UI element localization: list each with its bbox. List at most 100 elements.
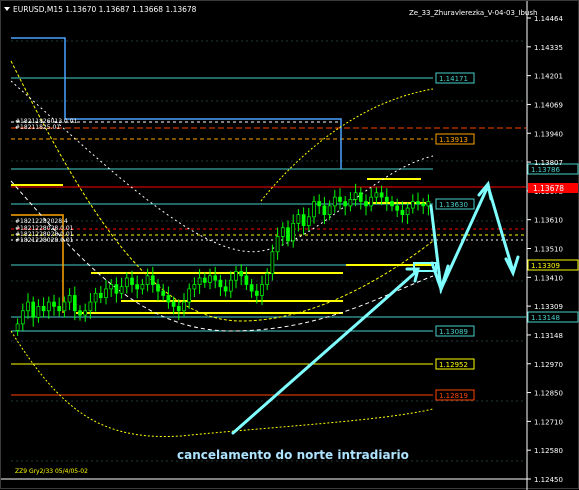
- candle-body: [88, 301, 93, 312]
- candle-body: [249, 284, 254, 292]
- candle-body: [171, 301, 176, 307]
- candle-body: [338, 196, 342, 202]
- current-price-label: 1.13678: [533, 184, 564, 193]
- candle-body: [26, 301, 30, 312]
- level-label-text: 1.13630: [439, 201, 468, 209]
- candle-body: [280, 227, 285, 237]
- level-label-text: 1.12819: [439, 392, 468, 400]
- candle-body: [296, 214, 301, 224]
- candle-body: [140, 284, 145, 290]
- candle-body: [301, 214, 306, 226]
- candle-body: [197, 277, 202, 285]
- candle-body: [317, 201, 322, 207]
- candle-body: [400, 209, 405, 215]
- candle-body: [67, 295, 72, 303]
- annotation-caption: cancelamento do norte intradiario: [177, 448, 409, 462]
- candle-body: [135, 284, 140, 290]
- level-label-text: 1.13786: [531, 166, 560, 174]
- price-axis: 1.14464 1.14335 1.14201 1.14069 1.13940 1.138…: [527, 15, 563, 484]
- symbol-info: EURUSD,M15 1.13670 1.13687 1.13668 1.136…: [13, 5, 197, 14]
- candle-body: [379, 192, 384, 198]
- candle-body: [369, 196, 374, 207]
- price-tick-label: 1.12710: [534, 418, 563, 426]
- symbol-dropdown-icon[interactable]: [4, 7, 10, 11]
- note-mid-left-4: #1821228028.0.01: [15, 237, 74, 244]
- candle-body: [145, 275, 150, 285]
- candle-body: [192, 284, 197, 290]
- price-tick-label: 1.14335: [534, 44, 563, 52]
- level-lines: [11, 77, 526, 396]
- level-label-text: 1.13913: [439, 136, 468, 144]
- candle-body: [208, 275, 212, 283]
- candle-body: [291, 223, 296, 242]
- candle-body: [176, 306, 181, 312]
- candle-body: [260, 284, 264, 296]
- blue-step-line: [11, 37, 342, 169]
- candle-body: [114, 284, 119, 294]
- candle-body: [119, 286, 124, 294]
- candle-body: [130, 277, 134, 285]
- note-upper-left-2: #18211825.01: [15, 124, 60, 131]
- candle-body: [364, 201, 368, 207]
- candle-body: [223, 286, 228, 292]
- candle-body: [104, 288, 108, 299]
- candle-body: [228, 279, 233, 292]
- candle-body: [421, 203, 426, 207]
- price-tick-label: 1.13148: [534, 332, 563, 340]
- candle-body: [374, 192, 379, 198]
- indicator-name: Ze_33_Zhuravlerezka_V-04-03_Ibush: [409, 9, 537, 17]
- candle-body: [93, 292, 98, 303]
- candle-body: [244, 275, 249, 285]
- price-tick-label: 1.14069: [534, 101, 563, 109]
- price-tick-label: 1.14201: [534, 73, 563, 81]
- candle-body: [426, 201, 431, 207]
- price-tick-label: 1.13807: [534, 159, 563, 167]
- level-label-text: 1.14171: [439, 75, 468, 83]
- candle-body: [254, 290, 259, 296]
- candle-body: [20, 310, 25, 325]
- level-labels: 1.14171 1.13913 1.13786 1.13630 1.13309 1.131…: [435, 72, 579, 401]
- candle-body: [182, 301, 186, 312]
- candle-body: [327, 205, 332, 215]
- candle-body: [161, 290, 166, 296]
- price-tick-label: 1.13309: [534, 303, 563, 311]
- candle-body: [322, 205, 327, 215]
- price-tick-label: 1.12450: [534, 476, 563, 484]
- candle-body: [234, 271, 238, 281]
- candle-body: [52, 301, 56, 307]
- candle-body: [332, 196, 337, 207]
- candle-body: [202, 277, 207, 283]
- candle-body: [306, 216, 311, 226]
- candle-body: [83, 310, 88, 316]
- price-tick-label: 1.13510: [534, 246, 563, 254]
- candle-body: [395, 205, 400, 211]
- level-label-text: 1.13309: [531, 262, 560, 270]
- candle-body: [62, 301, 67, 312]
- candle-body: [410, 201, 415, 209]
- candle-body: [31, 301, 36, 318]
- annotation-drawing: [231, 180, 520, 435]
- candle-body: [213, 275, 218, 281]
- price-tick-label: 1.12850: [534, 390, 563, 398]
- candle-body: [166, 295, 171, 303]
- price-tick-label: 1.13410: [534, 274, 563, 282]
- chart-window[interactable]: 1.14171 1.13913 1.13786 1.13630 1.13309 1.131…: [0, 0, 579, 490]
- price-tick-label: 1.12970: [534, 361, 563, 369]
- candle-body: [275, 236, 280, 253]
- candle-body: [36, 306, 41, 318]
- price-tick-label: 1.14464: [534, 15, 563, 23]
- price-tick-label: 1.13610: [534, 217, 563, 225]
- candle-body: [390, 201, 394, 207]
- candle-body: [353, 192, 358, 200]
- candle-body: [156, 284, 160, 292]
- candle-body: [405, 207, 410, 215]
- candle-body: [124, 277, 129, 288]
- candle-body: [358, 192, 363, 202]
- candle-body: [270, 251, 275, 274]
- price-chart[interactable]: 1.14171 1.13913 1.13786 1.13630 1.13309 1.131…: [1, 1, 579, 490]
- candle-body: [218, 279, 223, 288]
- candle-body: [78, 310, 82, 316]
- candle-body: [416, 201, 420, 205]
- candle-body: [265, 273, 270, 285]
- candle-body: [72, 295, 77, 312]
